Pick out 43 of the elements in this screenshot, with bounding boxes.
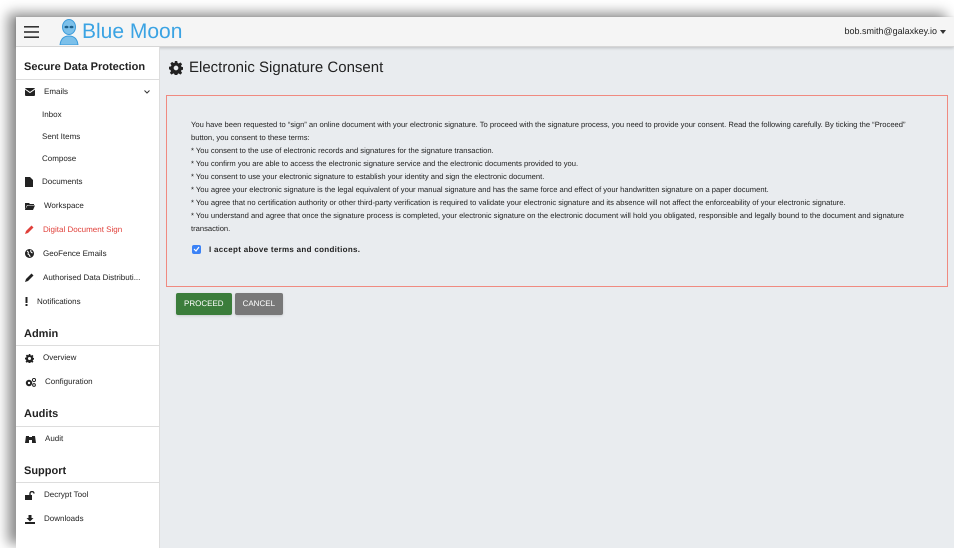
- user-menu[interactable]: bob.smith@galaxkey.io: [844, 24, 946, 38]
- accept-checkbox[interactable]: [192, 244, 201, 254]
- nav-icon: [25, 176, 33, 186]
- nav-item[interactable]: Overview: [16, 346, 159, 370]
- alien-logo-icon: [59, 18, 79, 44]
- nav-subitem[interactable]: Sent Items: [16, 126, 159, 148]
- nav-icon: [25, 225, 34, 234]
- nav-item[interactable]: Authorised Data Distributi...: [16, 266, 159, 290]
- nav-icon: [25, 202, 35, 210]
- cancel-button[interactable]: CANCEL: [234, 292, 284, 314]
- nav-item[interactable]: Audit: [16, 426, 159, 450]
- nav-item[interactable]: Emails: [16, 80, 159, 104]
- section-heading: Admin: [16, 314, 159, 346]
- nav-icon: [25, 378, 36, 386]
- nav-subitem[interactable]: Compose: [16, 148, 159, 170]
- nav-icon: [25, 273, 34, 282]
- gear-icon: [169, 61, 183, 76]
- nav-icon: [25, 490, 35, 500]
- nav-icon: [25, 297, 28, 306]
- nav-item[interactable]: Downloads: [16, 507, 159, 531]
- accept-label: I accept above terms and conditions.: [209, 244, 360, 256]
- caret-icon: [940, 30, 946, 34]
- nav-icon: [25, 354, 34, 362]
- chevron-icon: [144, 90, 150, 94]
- section-heading: Support: [16, 450, 159, 483]
- nav-item[interactable]: Configuration: [16, 370, 159, 394]
- menu-icon[interactable]: [24, 26, 39, 38]
- nav-icon: [25, 514, 35, 524]
- brand-name: Blue Moon: [82, 21, 182, 42]
- nav-item[interactable]: Documents: [16, 170, 159, 194]
- nav-item[interactable]: Workspace: [16, 194, 159, 218]
- nav-subitem[interactable]: Inbox: [16, 104, 159, 126]
- nav-item[interactable]: Notifications: [16, 290, 159, 314]
- proceed-button[interactable]: PROCEED: [176, 292, 232, 314]
- page-title: Electronic Signature Consent: [189, 58, 384, 78]
- section-heading: Secure Data Protection: [16, 47, 159, 80]
- nav-item[interactable]: GeoFence Emails: [16, 242, 159, 266]
- nav-item[interactable]: Decrypt Tool: [16, 483, 159, 507]
- nav-item[interactable]: Digital Document Sign: [16, 218, 159, 242]
- nav-icon: [25, 88, 35, 96]
- nav-icon: [25, 434, 36, 443]
- section-heading: Audits: [16, 394, 159, 426]
- nav-icon: [25, 249, 34, 258]
